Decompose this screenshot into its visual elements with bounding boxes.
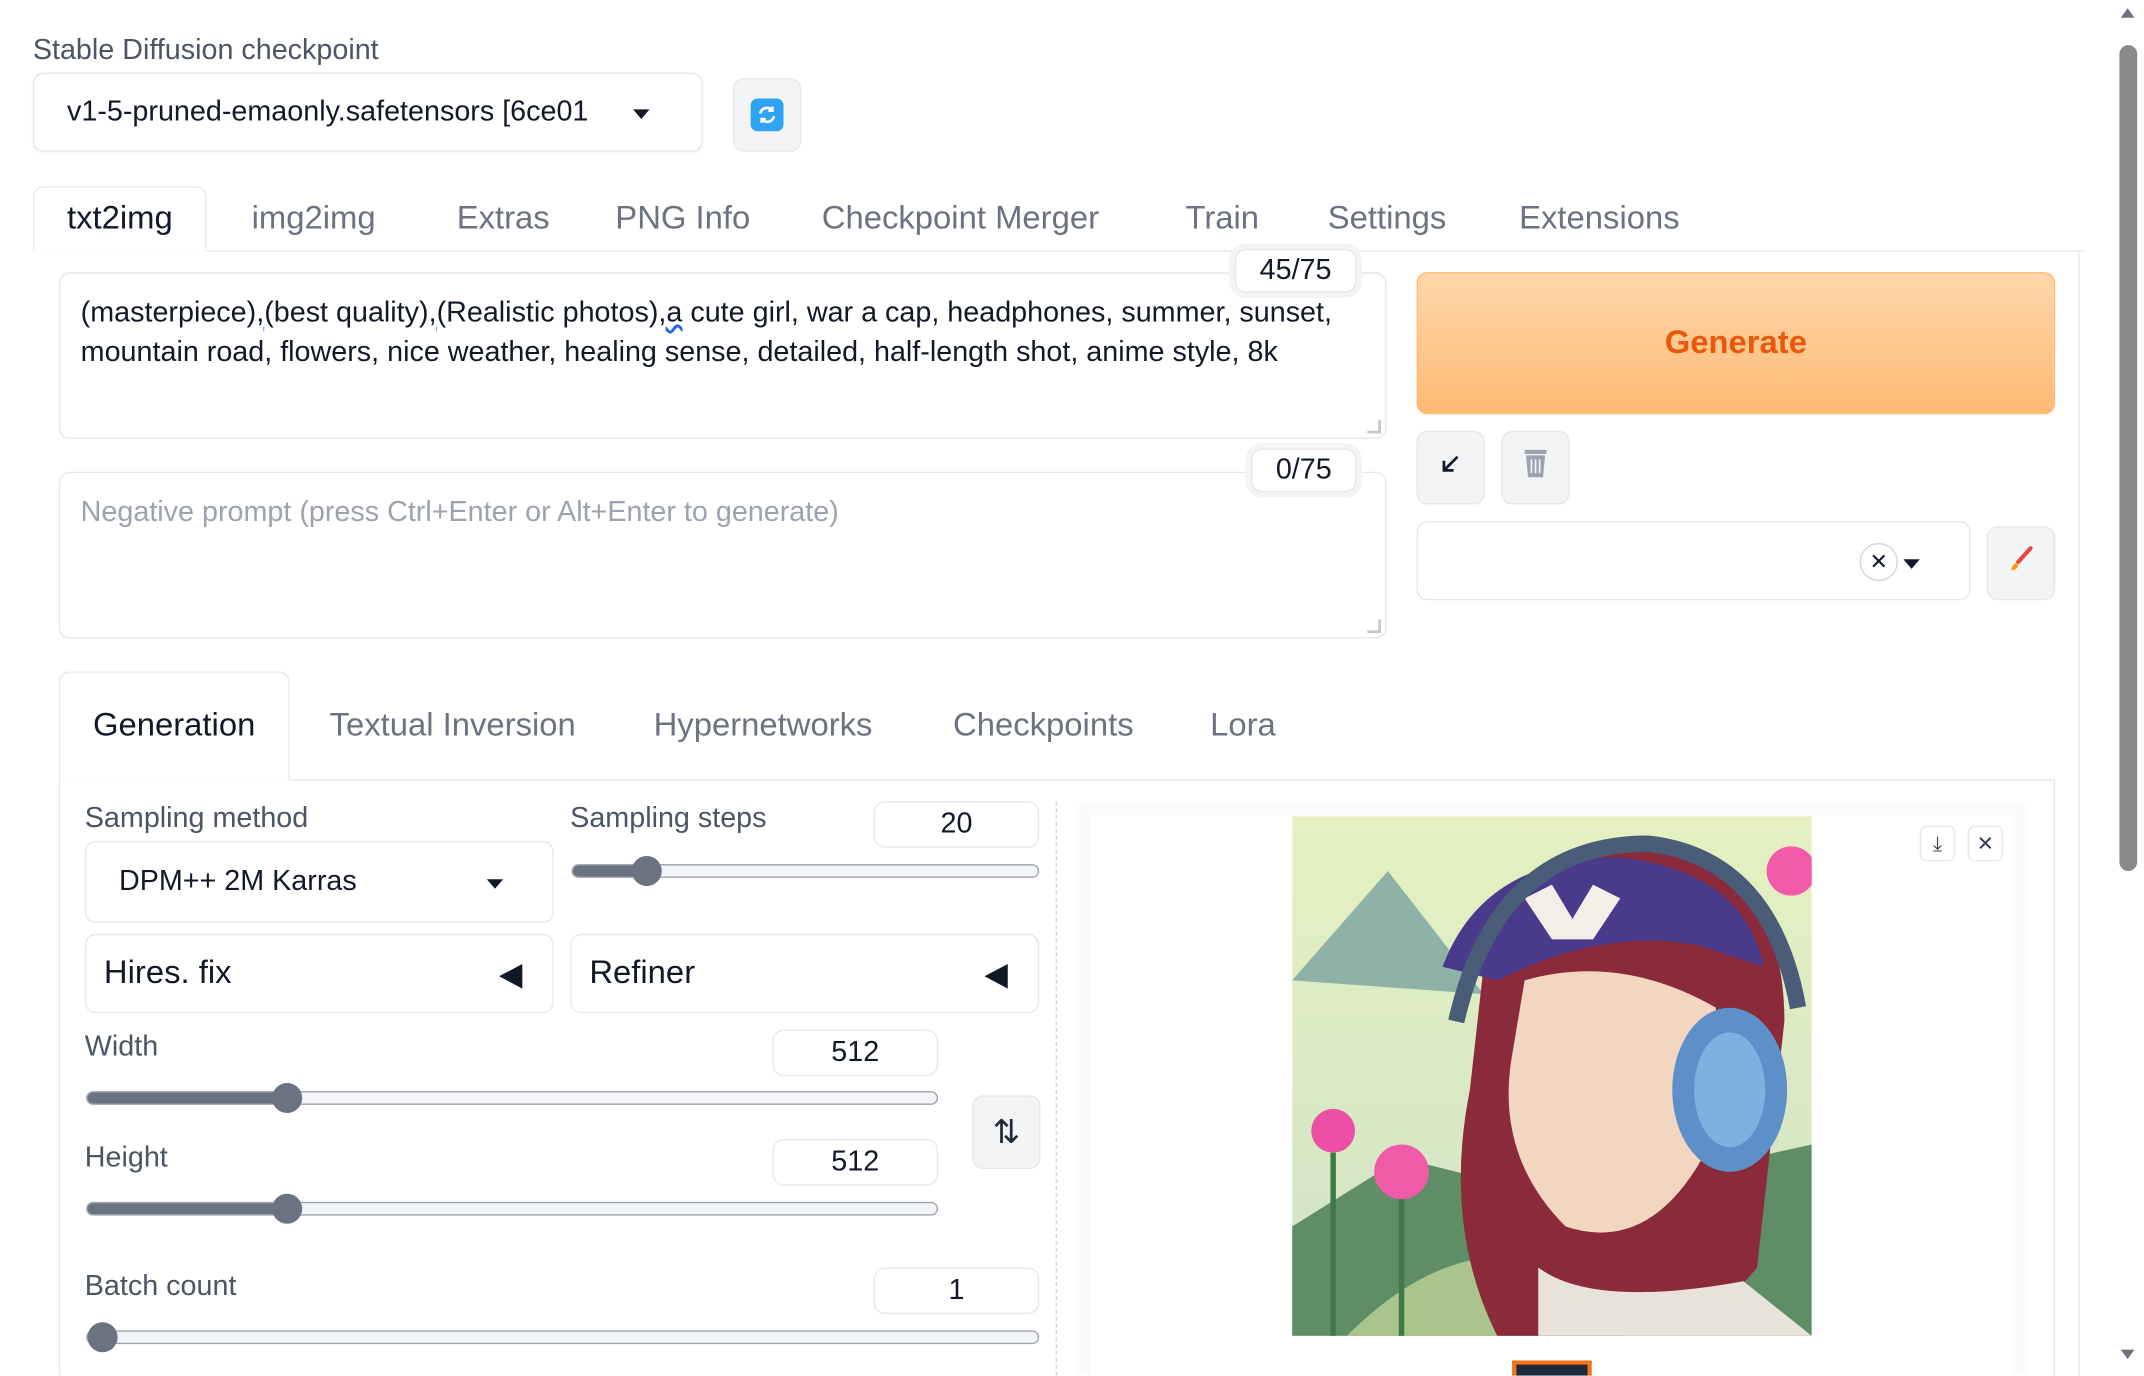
resize-handle[interactable] [1367,419,1382,434]
height-slider[interactable] [86,1193,939,1224]
column-divider [1055,801,1057,1376]
slider-thumb[interactable] [632,855,663,887]
scroll-up-icon[interactable] [2120,8,2135,18]
batch-count-label: Batch count [84,1270,237,1302]
hires-fix-accordion[interactable]: Hires. fix [84,933,554,1014]
slider-thumb[interactable] [271,1082,303,1114]
read-params-button[interactable] [1416,430,1485,505]
width-slider[interactable] [86,1082,939,1114]
slider-fill [87,1203,288,1215]
tab-img2img[interactable]: img2img [252,186,376,252]
sampling-method-value: DPM++ 2M Karras [118,865,357,897]
width-input[interactable]: 512 [772,1029,939,1077]
slider-thumb[interactable] [87,1322,118,1353]
chevron-down-icon [486,879,504,889]
tab-train[interactable]: Train [1185,186,1259,252]
tab-extras[interactable]: Extras [457,186,550,252]
sampling-steps-label: Sampling steps [570,802,767,835]
close-gallery-button[interactable]: ✕ [1967,825,2004,862]
clear-prompt-button[interactable] [1501,430,1570,505]
tab-lora[interactable]: Lora [1210,671,1276,780]
refiner-accordion[interactable]: Refiner [570,933,1040,1014]
swap-vertical-icon: ⇅ [992,1113,1021,1151]
prompt-text: (masterpiece) [80,296,257,329]
trash-icon [1520,447,1550,488]
hires-fix-label: Hires. fix [103,954,232,992]
height-label: Height [84,1141,168,1174]
tab-checkpoint-merger[interactable]: Checkpoint Merger [822,186,1099,252]
tab-generation[interactable]: Generation [58,671,290,781]
sampling-method-select[interactable]: DPM++ 2M Karras [84,840,554,923]
tab-settings[interactable]: Settings [1328,186,1447,252]
tab-extensions[interactable]: Extensions [1519,186,1680,252]
refresh-checkpoint-button[interactable] [732,77,802,152]
main-tabs: txt2img img2img Extras PNG Info Checkpoi… [32,185,2084,252]
height-input[interactable]: 512 [772,1139,939,1186]
prompt-token-counter: 45/75 [1234,248,1357,293]
negative-token-counter: 0/75 [1251,448,1357,493]
width-label: Width [84,1030,159,1063]
edit-styles-button[interactable] [1986,526,2056,601]
generate-button[interactable]: Generate [1416,272,2056,415]
scroll-down-icon[interactable] [2120,1349,2135,1360]
prompt-text: a [666,296,683,329]
refiner-label: Refiner [589,954,696,992]
scrollbar-thumb[interactable] [2119,45,2138,872]
tab-png-info[interactable]: PNG Info [615,186,750,252]
tab-hypernetworks[interactable]: Hypernetworks [654,671,873,780]
styles-select[interactable]: ✕ [1416,520,1971,601]
batch-count-input[interactable]: 1 [873,1267,1040,1315]
close-icon: ✕ [1976,832,1994,856]
chevron-down-icon [633,109,650,119]
slider-thumb[interactable] [271,1193,303,1224]
checkpoint-label: Stable Diffusion checkpoint [32,34,379,66]
prompt-input[interactable]: (masterpiece),(best quality),(Realistic … [58,272,1387,439]
panel-border [2078,251,2080,1376]
batch-count-slider[interactable] [86,1322,1040,1353]
sampling-steps-input[interactable]: 20 [873,801,1040,848]
panel-border [58,779,61,1376]
checkpoint-select[interactable]: v1-5-pruned-emaonly.safetensors [6ce01 [32,72,703,152]
download-icon: ⤓ [1932,832,1943,856]
collapse-triangle-icon [499,963,523,989]
gallery-thumbnail[interactable] [1512,1360,1592,1376]
panel-border [2053,779,2056,1376]
checkpoint-value: v1-5-pruned-emaonly.safetensors [6ce01 [67,95,589,128]
tab-checkpoints[interactable]: Checkpoints [953,671,1134,780]
swap-dimensions-button[interactable]: ⇅ [972,1095,1041,1170]
prompt-text: (best quality) [264,296,429,329]
arrow-down-left-icon [1437,450,1464,486]
tab-textual-inversion[interactable]: Textual Inversion [330,671,576,780]
resize-handle[interactable] [1367,619,1382,634]
prompt-text: (Realistic photos) [436,296,659,329]
negative-prompt-placeholder: Negative prompt (press Ctrl+Enter or Alt… [80,496,839,528]
tab-txt2img[interactable]: txt2img [32,185,207,252]
generated-image[interactable] [1292,816,1812,1336]
collapse-triangle-icon [984,963,1008,989]
sampling-steps-slider[interactable] [571,855,1040,887]
chevron-down-icon [1903,559,1920,569]
brush-icon [2006,544,2036,582]
sampling-method-label: Sampling method [84,802,309,835]
close-icon[interactable]: ✕ [1859,542,1898,582]
refresh-icon [750,98,784,132]
download-button[interactable]: ⤓ [1919,825,1956,862]
slider-fill [87,1092,288,1104]
negative-prompt-input[interactable]: Negative prompt (press Ctrl+Enter or Alt… [58,471,1387,639]
generation-tabs: Generation Textual Inversion Hypernetwor… [58,671,2056,781]
